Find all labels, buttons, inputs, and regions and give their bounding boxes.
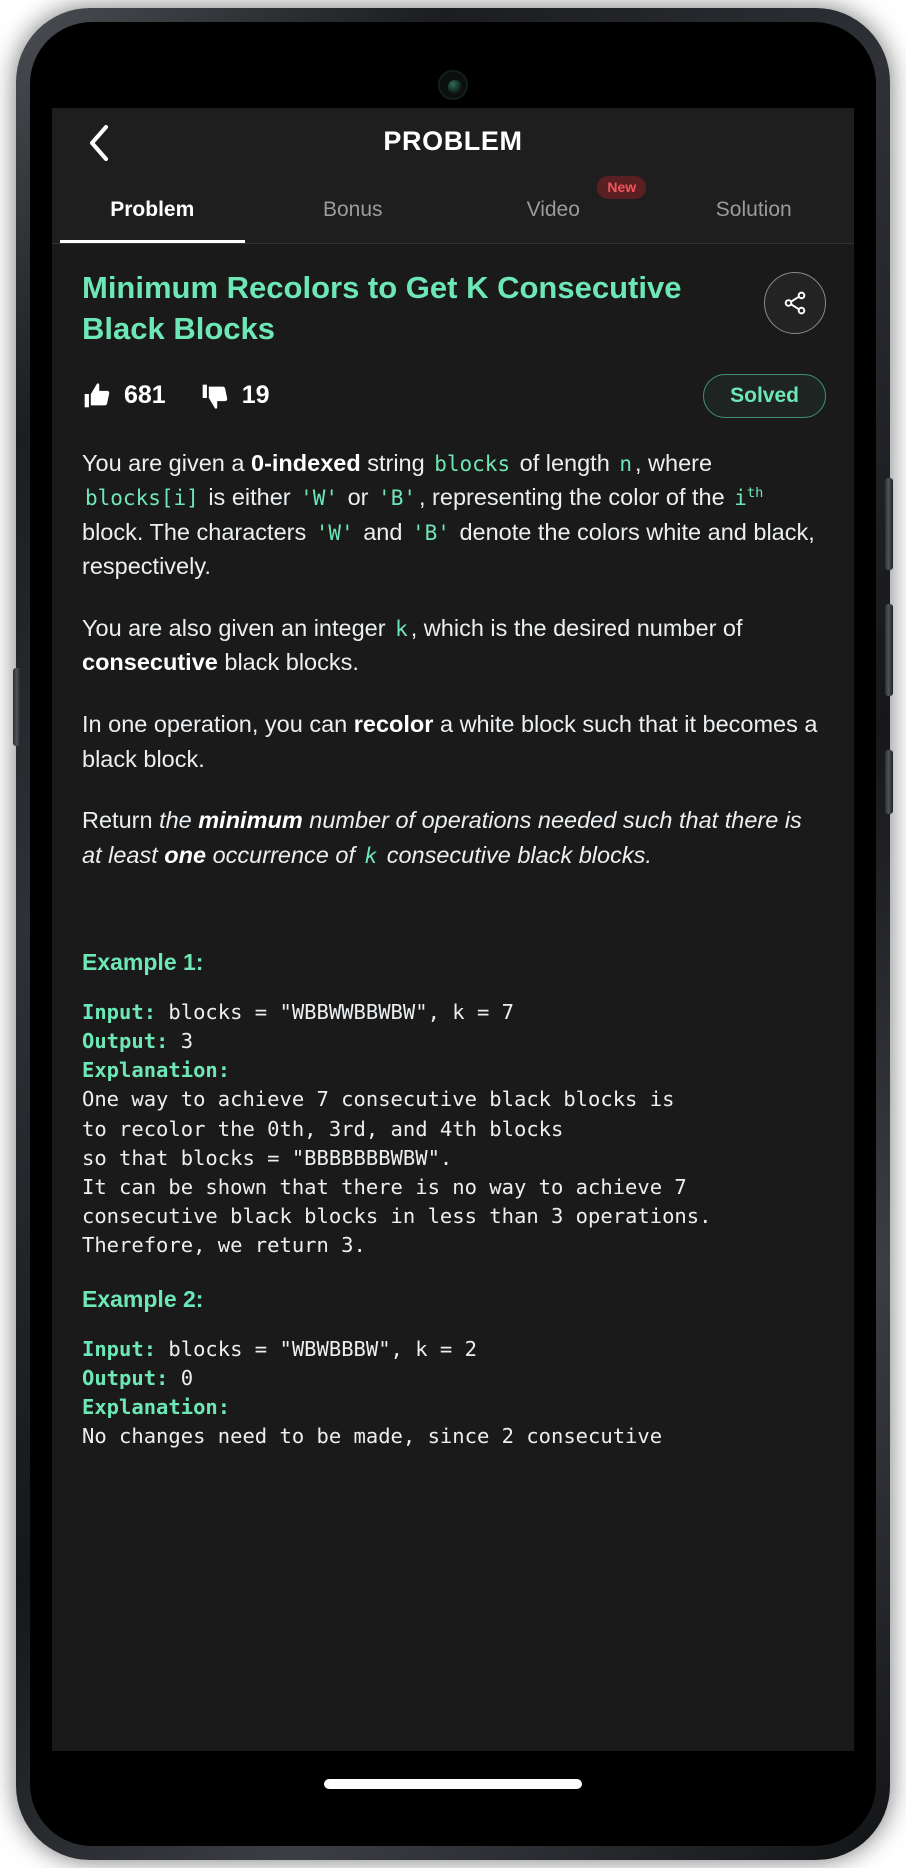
- tab-problem[interactable]: Problem: [52, 180, 253, 243]
- code-fragment: ith: [731, 485, 766, 511]
- code-fragment: blocks: [434, 451, 511, 476]
- front-camera-lens: [448, 80, 462, 94]
- example-1-explanation-label: Explanation:: [82, 1058, 231, 1083]
- code-base: i: [734, 486, 747, 511]
- title-row: Minimum Recolors to Get K Consecutive Bl…: [82, 268, 826, 350]
- code-fragment: 'B': [411, 520, 450, 545]
- like-button[interactable]: 681: [82, 380, 166, 412]
- tab-problem-label: Problem: [110, 197, 195, 221]
- text-fragment: , where: [634, 449, 713, 476]
- example-1-block: Input: blocks = "WBBWWBBWBW", k = 7 Outp…: [82, 998, 826, 1260]
- like-count: 681: [124, 381, 166, 410]
- bold-fragment: minimum: [198, 807, 303, 834]
- example-1-explanation-value: One way to achieve 7 consecutive black b…: [82, 1087, 712, 1257]
- text-fragment: or: [341, 484, 376, 511]
- example-1-output-value: 3: [168, 1029, 194, 1054]
- description-paragraph-1: You are given a 0-indexed string blocks …: [82, 446, 826, 584]
- tab-bar: Problem Bonus Video New Solution: [52, 176, 855, 244]
- bold-fragment: one: [164, 841, 207, 868]
- code-fragment: k: [364, 843, 378, 868]
- description-paragraph-3: In one operation, you can recolor a whit…: [82, 707, 826, 776]
- example-2-input-value: blocks = "WBWBBBW", k = 2: [156, 1337, 477, 1362]
- text-fragment: , which is the desired number of: [410, 614, 743, 641]
- status-badge: Solved: [703, 373, 826, 418]
- text-fragment: and: [356, 518, 409, 545]
- tab-video-label: Video: [526, 197, 580, 221]
- text-fragment: is either: [201, 484, 298, 511]
- text-fragment: You are given a: [82, 449, 251, 476]
- assistant-button[interactable]: [13, 668, 21, 746]
- text-fragment: Return: [82, 807, 160, 834]
- problem-content[interactable]: Minimum Recolors to Get K Consecutive Bl…: [52, 244, 854, 1751]
- tab-video-new-badge: New: [597, 176, 647, 199]
- power-button[interactable]: [885, 750, 893, 814]
- home-gesture-bar[interactable]: [324, 1779, 582, 1789]
- example-2-input-label: Input:: [82, 1337, 157, 1362]
- page-title: PROBLEM: [383, 126, 523, 156]
- example-2-explanation-value: No changes need to be made, since 2 cons…: [82, 1424, 663, 1449]
- text-fragment: of length: [513, 449, 617, 476]
- text-fragment: In one operation, you can: [82, 711, 354, 737]
- share-button[interactable]: [764, 272, 826, 334]
- navigation-gesture-area: [52, 1751, 854, 1846]
- tab-bonus[interactable]: Bonus: [253, 180, 454, 243]
- italic-wrapper: the minimum number of operations needed …: [82, 807, 802, 868]
- code-superscript: th: [746, 485, 764, 502]
- example-2-output-value: 0: [168, 1366, 194, 1391]
- phone-frame: PROBLEM Problem Bonus Video New Solution: [13, 8, 893, 1860]
- code-fragment: blocks[i]: [85, 486, 199, 511]
- example-1-input-value: blocks = "WBBWWBBWBW", k = 7: [156, 1000, 514, 1025]
- phone-screen-bezel: PROBLEM Problem Bonus Video New Solution: [30, 22, 876, 1846]
- app-screen: PROBLEM Problem Bonus Video New Solution: [52, 108, 854, 1751]
- tab-video[interactable]: Video New: [453, 176, 654, 243]
- description-paragraph-4: Return the minimum number of operations …: [82, 803, 826, 872]
- app-header: PROBLEM: [52, 108, 854, 180]
- text-fragment: the: [159, 807, 199, 834]
- bold-fragment: consecutive: [82, 649, 218, 676]
- text-fragment: , representing the color of the: [418, 484, 732, 511]
- example-2-block: Input: blocks = "WBWBBBW", k = 2 Output:…: [82, 1335, 826, 1451]
- text-fragment: string: [360, 449, 432, 476]
- example-2-output-label: Output:: [82, 1366, 169, 1391]
- volume-down-button[interactable]: [885, 604, 893, 696]
- tab-bonus-label: Bonus: [322, 197, 383, 221]
- code-fragment: k: [395, 616, 408, 641]
- status-bar-area: [52, 36, 854, 108]
- example-1-input-label: Input:: [82, 1000, 157, 1025]
- code-fragment: 'W': [300, 486, 339, 511]
- code-fragment: n: [619, 451, 632, 476]
- example-2-explanation-label: Explanation:: [82, 1395, 231, 1420]
- problem-description: You are given a 0-indexed string blocks …: [82, 446, 826, 1452]
- code-fragment: 'B': [378, 486, 416, 511]
- code-fragment: 'W': [315, 520, 354, 545]
- text-fragment: occurrence of: [206, 841, 362, 868]
- example-1-heading: Example 1:: [82, 949, 204, 976]
- tab-solution-label: Solution: [715, 197, 792, 221]
- front-camera-icon: [438, 70, 468, 100]
- volume-up-button[interactable]: [885, 478, 893, 570]
- text-fragment: black blocks.: [217, 649, 359, 676]
- bold-fragment: 0-indexed: [251, 449, 361, 476]
- problem-title: Minimum Recolors to Get K Consecutive Bl…: [82, 270, 682, 346]
- dislike-count: 19: [241, 381, 270, 410]
- bold-fragment: recolor: [353, 711, 434, 737]
- thumbs-up-icon: [84, 383, 110, 408]
- share-icon: [784, 291, 806, 315]
- description-paragraph-2: You are also given an integer k, which i…: [82, 611, 826, 680]
- tab-solution[interactable]: Solution: [654, 180, 855, 243]
- example-2-heading: Example 2:: [82, 1286, 204, 1313]
- text-fragment: block. The characters: [82, 518, 313, 545]
- stats-row: 681 19 Solved: [82, 372, 826, 420]
- thumbs-down-icon: [202, 384, 227, 409]
- dislike-button[interactable]: 19: [200, 380, 270, 412]
- text-fragment: consecutive black blocks.: [380, 841, 652, 868]
- text-fragment: You are also given an integer: [82, 614, 393, 641]
- example-1-output-label: Output:: [82, 1029, 169, 1054]
